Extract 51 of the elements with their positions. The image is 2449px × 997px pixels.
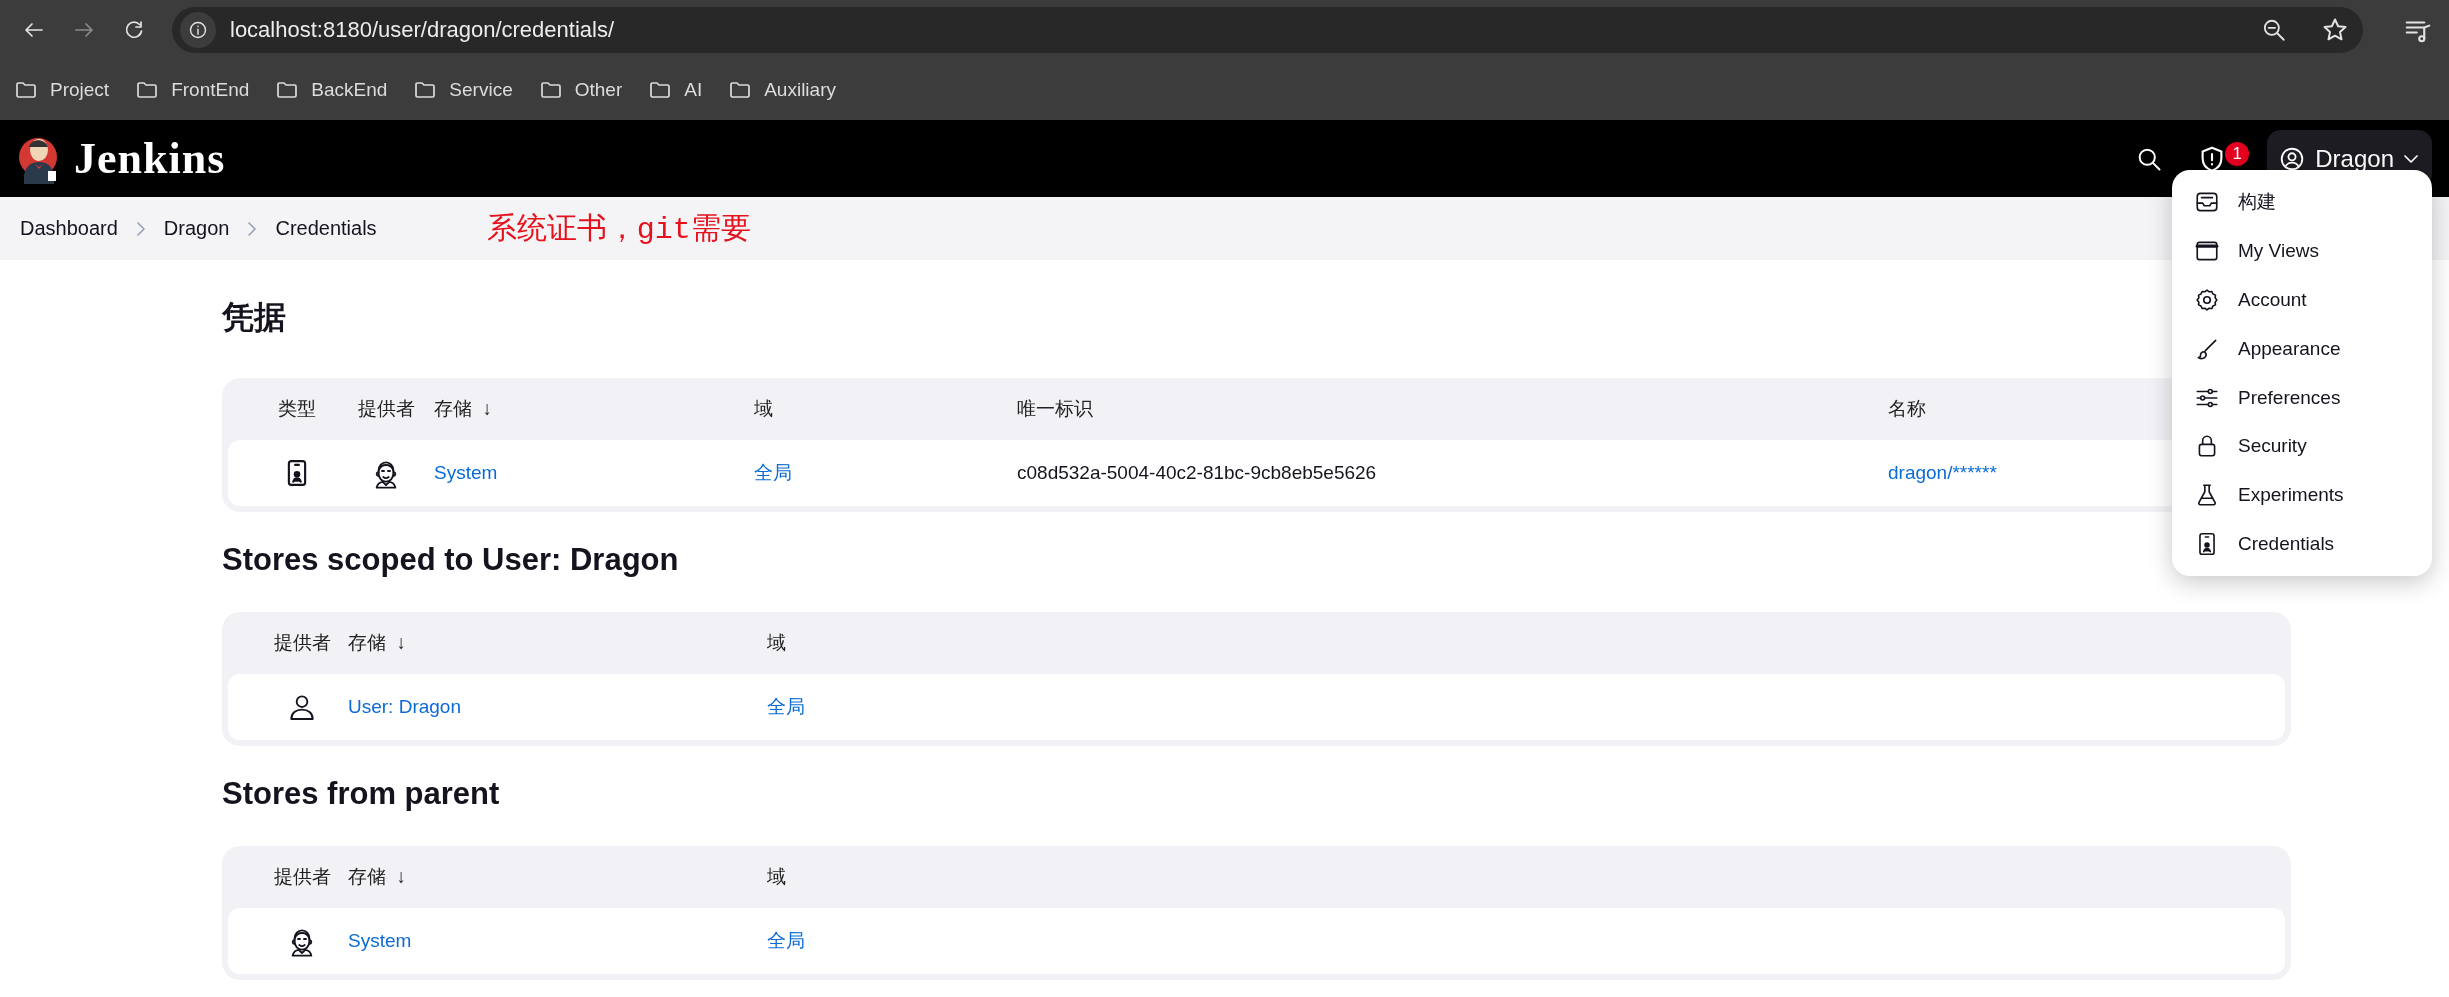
- menu-item[interactable]: My Views: [2180, 226, 2424, 276]
- section-title: Stores from parent: [222, 776, 500, 812]
- chevron-right-icon: [136, 221, 145, 236]
- bookmark[interactable]: Other: [538, 78, 623, 102]
- credential-id: c08d532a-5004-40c2-81bc-9cb8eb5e5626: [1017, 462, 1377, 484]
- column-header: 域: [767, 865, 786, 889]
- breadcrumb-link[interactable]: Dragon: [163, 217, 230, 240]
- url-text: localhost:8180/user/dragon/credentials/: [230, 17, 616, 43]
- page-title: 凭据: [222, 298, 286, 337]
- chevron-down-icon: [2404, 154, 2418, 163]
- credential-name-link[interactable]: dragon/******: [1888, 462, 1997, 484]
- zoom-out-icon[interactable]: [2261, 17, 2287, 43]
- menu-item[interactable]: Preferences: [2180, 373, 2424, 422]
- notification-badge: 1: [2225, 141, 2250, 166]
- menu-item[interactable]: Security: [2180, 422, 2424, 471]
- brand-name[interactable]: Jenkins: [74, 133, 226, 184]
- bookmark[interactable]: BackEnd: [275, 78, 388, 102]
- settings-icon: [2194, 287, 2220, 313]
- breadcrumb-link[interactable]: Dashboard: [20, 217, 118, 240]
- info-icon[interactable]: [188, 20, 208, 40]
- store-link[interactable]: System: [348, 930, 412, 952]
- annotation-text: 系统证书，git需要: [486, 212, 751, 249]
- menu-item[interactable]: Appearance: [2180, 324, 2424, 374]
- bookmark[interactable]: Project: [14, 78, 110, 102]
- bookmark[interactable]: Auxiliary: [728, 78, 836, 102]
- column-header[interactable]: 存储 ↓: [348, 864, 407, 890]
- bookmark[interactable]: AI: [648, 78, 703, 102]
- domain-link[interactable]: 全局: [754, 460, 792, 486]
- column-header[interactable]: 存储 ↓: [348, 630, 407, 656]
- bookmark[interactable]: Service: [413, 78, 513, 102]
- column-header: 域: [767, 631, 786, 655]
- column-header: 名称: [1888, 397, 1926, 421]
- menu-item[interactable]: Credentials: [2180, 519, 2424, 569]
- menu-item[interactable]: Experiments: [2180, 470, 2424, 520]
- column-header: 提供者: [273, 865, 331, 889]
- breadcrumb-link[interactable]: Credentials: [275, 217, 377, 240]
- column-header: 提供者: [357, 397, 415, 421]
- domain-link[interactable]: 全局: [767, 694, 805, 720]
- column-header[interactable]: 存储 ↓: [434, 396, 493, 422]
- bookmark[interactable]: FrontEnd: [135, 78, 250, 102]
- menu-item[interactable]: Account: [2180, 275, 2424, 325]
- column-header: 类型: [278, 397, 316, 421]
- section-title: Stores scoped to User: Dragon: [222, 542, 679, 578]
- chevron-right-icon: [248, 221, 257, 236]
- column-header: 域: [754, 397, 773, 421]
- domain-link[interactable]: 全局: [767, 928, 805, 954]
- column-header: 提供者: [273, 631, 331, 655]
- store-link[interactable]: System: [434, 462, 498, 484]
- store-link[interactable]: User: Dragon: [348, 696, 461, 718]
- address-bar[interactable]: localhost:8180/user/dragon/credentials/: [172, 7, 2363, 53]
- column-header: 唯一标识: [1017, 397, 1093, 421]
